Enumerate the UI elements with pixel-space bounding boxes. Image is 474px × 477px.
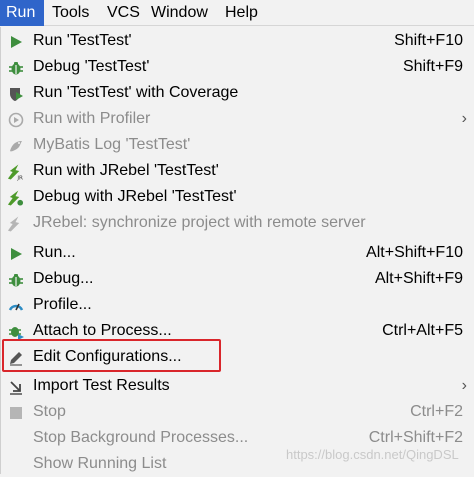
menu-item-debug-with-jrebel[interactable]: Debug with JRebel 'TestTest' bbox=[1, 184, 474, 210]
coverage-icon bbox=[7, 85, 24, 102]
menu-item-label: Run 'TestTest' with Coverage bbox=[33, 84, 239, 101]
menu-item-run-with-jrebel[interactable]: JR Run with JRebel 'TestTest' bbox=[1, 158, 474, 184]
menu-item-shortcut: Ctrl+Alt+F5 bbox=[382, 322, 463, 339]
svg-text:JR: JR bbox=[16, 175, 23, 180]
jrebel-run-icon: JR bbox=[7, 163, 24, 181]
menu-item-label: Debug 'TestTest' bbox=[33, 58, 150, 75]
menu-item-label: JRebel: synchronize project with remote … bbox=[33, 214, 366, 231]
profiler-icon bbox=[7, 111, 24, 128]
menubar-tools[interactable]: Tools bbox=[46, 0, 95, 26]
menu-item-label: MyBatis Log 'TestTest' bbox=[33, 136, 191, 153]
menu-bar: Run Tools VCS Window Help bbox=[0, 0, 474, 26]
submenu-arrow-icon: › bbox=[461, 377, 467, 394]
jrebel-sync-icon bbox=[7, 215, 24, 232]
menu-item-run-with-coverage[interactable]: Run 'TestTest' with Coverage bbox=[1, 80, 474, 106]
profile-icon bbox=[7, 297, 24, 314]
menubar-run[interactable]: Run bbox=[0, 0, 44, 26]
watermark: https://blog.csdn.net/QingDSL bbox=[286, 447, 459, 462]
submenu-arrow-icon: › bbox=[461, 110, 467, 127]
run-icon bbox=[7, 33, 24, 50]
menu-item-shortcut: Shift+F9 bbox=[402, 58, 463, 75]
menu-item-label: Stop Background Processes... bbox=[33, 429, 249, 446]
menu-item-label: Show Running List bbox=[33, 455, 167, 472]
menu-item-shortcut: Alt+Shift+F10 bbox=[366, 244, 463, 261]
menu-item-run-dialog[interactable]: Run... Alt+Shift+F10 bbox=[1, 240, 474, 266]
run-icon bbox=[7, 245, 24, 262]
menu-item-mybatis-log[interactable]: MyBatis Log 'TestTest' bbox=[1, 132, 474, 158]
edit-configurations-highlight bbox=[2, 339, 221, 372]
menubar-help[interactable]: Help bbox=[219, 0, 264, 26]
menu-item-profile[interactable]: Profile... bbox=[1, 292, 474, 318]
menu-item-stop[interactable]: Stop Ctrl+F2 bbox=[1, 399, 474, 425]
menu-item-label: Stop bbox=[33, 403, 66, 420]
menu-item-run-testtest[interactable]: Run 'TestTest' Shift+F10 bbox=[1, 28, 474, 54]
menu-item-run-with-profiler[interactable]: Run with Profiler › bbox=[1, 106, 474, 132]
menu-item-label: Run with JRebel 'TestTest' bbox=[33, 162, 219, 179]
menu-item-import-test-results[interactable]: Import Test Results › bbox=[1, 373, 474, 399]
debug-icon bbox=[7, 59, 24, 76]
mybatis-icon bbox=[7, 137, 24, 154]
menu-item-label: Run with Profiler bbox=[33, 110, 151, 127]
jrebel-debug-icon bbox=[7, 189, 24, 206]
menu-item-label: Profile... bbox=[33, 296, 92, 313]
menubar-window[interactable]: Window bbox=[145, 0, 214, 26]
attach-icon bbox=[7, 323, 24, 340]
menu-item-label: Run... bbox=[33, 244, 76, 261]
stop-icon bbox=[7, 404, 24, 421]
import-icon bbox=[7, 378, 24, 395]
menu-item-shortcut: Alt+Shift+F9 bbox=[374, 270, 463, 287]
menu-item-label: Import Test Results bbox=[33, 377, 170, 394]
menu-item-shortcut: Shift+F10 bbox=[394, 32, 463, 49]
menu-item-debug-dialog[interactable]: Debug... Alt+Shift+F9 bbox=[1, 266, 474, 292]
menu-item-label: Debug with JRebel 'TestTest' bbox=[33, 188, 237, 205]
run-dropdown-menu: Run 'TestTest' Shift+F10 Debug 'TestTest… bbox=[0, 27, 474, 474]
menubar-vcs[interactable]: VCS bbox=[101, 0, 146, 26]
menu-item-jrebel-synchronize[interactable]: JRebel: synchronize project with remote … bbox=[1, 210, 474, 236]
menu-item-debug-testtest[interactable]: Debug 'TestTest' Shift+F9 bbox=[1, 54, 474, 80]
debug-icon bbox=[7, 271, 24, 288]
menu-item-label: Debug... bbox=[33, 270, 94, 287]
menu-item-shortcut: Ctrl+F2 bbox=[410, 403, 463, 420]
menu-item-label: Run 'TestTest' bbox=[33, 32, 132, 49]
